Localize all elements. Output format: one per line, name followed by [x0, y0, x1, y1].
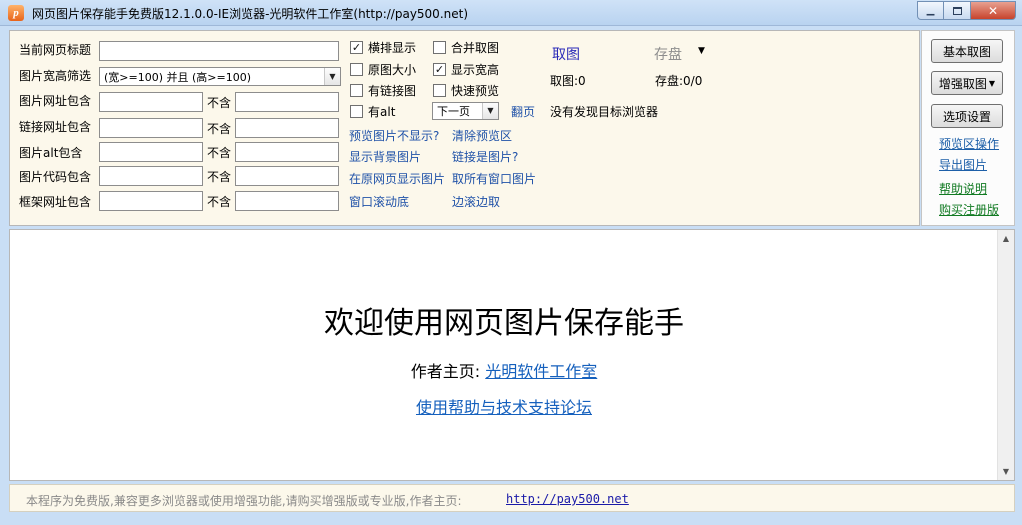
app-icon: p: [8, 5, 24, 21]
page-select-value: 下一页: [437, 105, 470, 118]
frame-include-field[interactable]: [99, 191, 203, 211]
frame-exclude-field[interactable]: [235, 191, 339, 211]
show-in-page-link[interactable]: 在原网页显示图片: [349, 170, 445, 187]
has-alt-checkbox[interactable]: 有alt: [350, 103, 395, 120]
status-text: 本程序为免费版,兼容更多浏览器或使用增强功能,请购买增强版或专业版,作者主页:: [26, 494, 462, 508]
alt-include-field[interactable]: [99, 142, 203, 162]
window-controls: ▁ ✕: [917, 1, 1016, 20]
author-line: 作者主页: 光明软件工作室: [10, 358, 998, 382]
settings-button[interactable]: 选项设置: [931, 104, 1003, 128]
checkbox-checked-icon: ✓: [350, 41, 363, 54]
minimize-icon: ▁: [926, 5, 935, 16]
grab-all-windows-link[interactable]: 取所有窗口图片: [452, 170, 536, 187]
title-bar: p 网页图片保存能手免费版12.1.0.0-IE浏览器-光明软件工作室(http…: [0, 0, 1022, 26]
code-exclude-field[interactable]: [235, 166, 339, 186]
size-filter-value: (宽>=100) 并且 (高>=100): [104, 71, 252, 84]
checkbox-empty-icon: [433, 84, 446, 97]
checkbox-empty-icon: [350, 63, 363, 76]
author-link[interactable]: 光明软件工作室: [485, 362, 597, 381]
exclude-label: 不含: [207, 146, 232, 160]
grab-count: 取图:0: [550, 74, 586, 88]
preview-ops-link[interactable]: 预览区操作: [939, 135, 999, 152]
scroll-grab-link[interactable]: 边滚边取: [452, 193, 500, 210]
size-filter-label: 图片宽高筛选: [19, 69, 92, 83]
maximize-button[interactable]: [944, 1, 971, 20]
link-url-label: 链接网址包含: [19, 120, 92, 134]
vertical-scrollbar[interactable]: ▲ ▼: [997, 230, 1014, 480]
chevron-down-icon: ▼: [482, 103, 498, 119]
close-icon: ✕: [987, 3, 999, 18]
window-title: 网页图片保存能手免费版12.1.0.0-IE浏览器-光明软件工作室(http:/…: [32, 7, 469, 21]
size-filter-select[interactable]: (宽>=100) 并且 (高>=100) ▼: [99, 67, 341, 86]
basic-grab-button[interactable]: 基本取图: [931, 39, 1003, 63]
code-label: 图片代码包含: [19, 170, 92, 184]
flip-page-link[interactable]: 翻页: [511, 103, 535, 120]
img-url-label: 图片网址包含: [19, 94, 92, 108]
forum-link[interactable]: 使用帮助与技术支持论坛: [10, 394, 998, 418]
browser-status: 没有发现目标浏览器: [550, 105, 659, 119]
save-dropdown-icon[interactable]: ▼: [698, 46, 705, 56]
chevron-down-icon: ▼: [324, 68, 340, 85]
enhanced-grab-button[interactable]: 增强取图 ▼: [931, 71, 1003, 95]
has-link-checkbox[interactable]: 有链接图: [350, 82, 416, 99]
buy-link[interactable]: 购买注册版: [939, 201, 999, 218]
checkbox-checked-icon: ✓: [433, 63, 446, 76]
checkbox-empty-icon: [350, 84, 363, 97]
img-url-exclude-field[interactable]: [235, 92, 339, 112]
exclude-label: 不含: [207, 195, 232, 209]
save-count: 存盘:0/0: [655, 74, 703, 88]
author-prefix: 作者主页:: [410, 362, 481, 381]
save-label: 存盘: [654, 47, 682, 63]
status-bar: 本程序为免费版,兼容更多浏览器或使用增强功能,请购买增强版或专业版,作者主页: …: [9, 484, 1015, 512]
scroll-up-icon[interactable]: ▲: [998, 230, 1014, 247]
page-title-label: 当前网页标题: [19, 43, 92, 57]
checkbox-empty-icon: [350, 105, 363, 118]
merge-checkbox[interactable]: 合并取图: [433, 39, 499, 56]
exclude-label: 不含: [207, 122, 232, 136]
exclude-label: 不含: [207, 170, 232, 184]
alt-label: 图片alt包含: [19, 146, 83, 160]
link-url-exclude-field[interactable]: [235, 118, 339, 138]
link-is-image-link[interactable]: 链接是图片?: [452, 148, 518, 165]
minimize-button[interactable]: ▁: [917, 1, 944, 20]
status-link[interactable]: http://pay500.net: [506, 492, 629, 506]
original-size-checkbox[interactable]: 原图大小: [350, 61, 416, 78]
help-link[interactable]: 帮助说明: [939, 180, 987, 197]
page-select[interactable]: 下一页 ▼: [432, 102, 499, 120]
img-url-include-field[interactable]: [99, 92, 203, 112]
show-wh-checkbox[interactable]: ✓ 显示宽高: [433, 61, 499, 78]
frame-label: 框架网址包含: [19, 195, 92, 209]
page-title-field[interactable]: [99, 41, 339, 61]
code-include-field[interactable]: [99, 166, 203, 186]
scroll-bottom-link[interactable]: 窗口滚动底: [349, 193, 409, 210]
link-url-include-field[interactable]: [99, 118, 203, 138]
browser-view[interactable]: 欢迎使用网页图片保存能手 作者主页: 光明软件工作室 使用帮助与技术支持论坛 ▲…: [9, 229, 1015, 481]
scroll-down-icon[interactable]: ▼: [998, 463, 1014, 480]
preview-not-shown-link[interactable]: 预览图片不显示?: [349, 127, 439, 144]
clear-preview-link[interactable]: 清除预览区: [452, 127, 512, 144]
welcome-heading: 欢迎使用网页图片保存能手: [324, 306, 684, 341]
horizontal-checkbox[interactable]: ✓ 横排显示: [350, 39, 416, 56]
show-bg-link[interactable]: 显示背景图片: [349, 148, 421, 165]
alt-exclude-field[interactable]: [235, 142, 339, 162]
exclude-label: 不含: [207, 96, 232, 110]
maximize-icon: [952, 6, 962, 15]
grab-link[interactable]: 取图: [552, 44, 580, 64]
checkbox-empty-icon: [433, 41, 446, 54]
export-images-link[interactable]: 导出图片: [939, 156, 987, 173]
close-button[interactable]: ✕: [971, 1, 1016, 20]
chevron-down-icon: ▼: [988, 78, 996, 88]
quick-preview-checkbox[interactable]: 快速预览: [433, 82, 499, 99]
